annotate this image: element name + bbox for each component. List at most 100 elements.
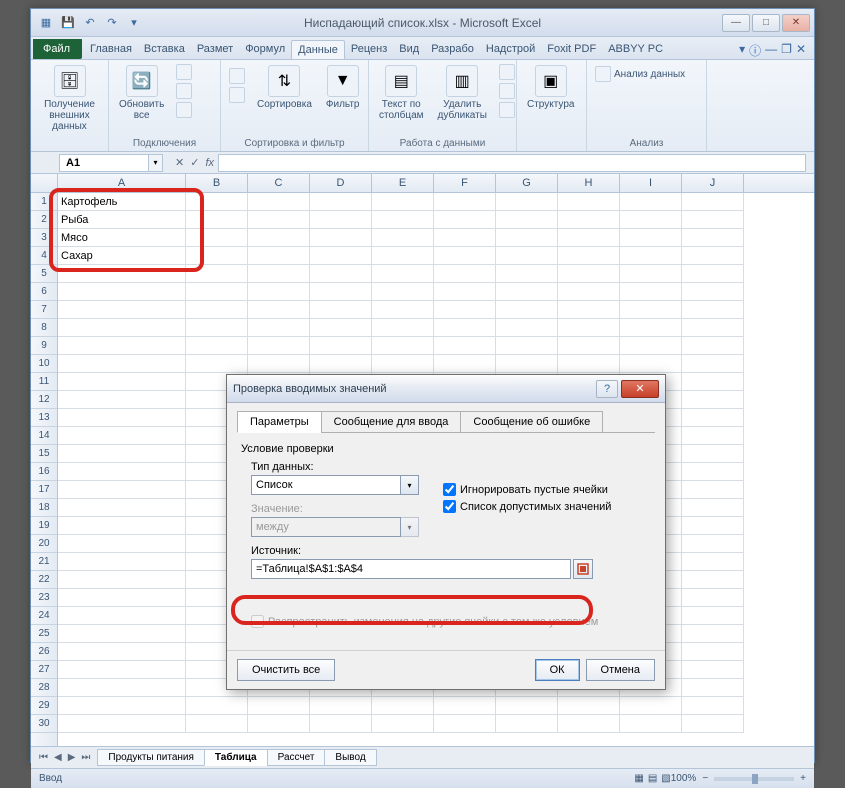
row-header-29[interactable]: 29 (31, 697, 57, 715)
view-pagebreak-icon[interactable]: ▧ (661, 773, 670, 784)
cell-D29[interactable] (310, 697, 372, 715)
cell-G10[interactable] (496, 355, 558, 373)
cell-E4[interactable] (372, 247, 434, 265)
cell-J4[interactable] (682, 247, 744, 265)
cell-I10[interactable] (620, 355, 682, 373)
cell-E30[interactable] (372, 715, 434, 733)
cell-F9[interactable] (434, 337, 496, 355)
cell-A11[interactable] (58, 373, 186, 391)
cell-F8[interactable] (434, 319, 496, 337)
type-combo-dropdown[interactable]: ▾ (401, 475, 419, 495)
ribbon-tab-8[interactable]: Надстрой (480, 40, 541, 59)
cell-A15[interactable] (58, 445, 186, 463)
row-header-13[interactable]: 13 (31, 409, 57, 427)
in-cell-dropdown-checkbox[interactable]: Список допустимых значений (443, 500, 611, 513)
cell-H5[interactable] (558, 265, 620, 283)
zoom-out-button[interactable]: − (702, 773, 708, 784)
cell-H29[interactable] (558, 697, 620, 715)
cell-A28[interactable] (58, 679, 186, 697)
dialog-tab-0[interactable]: Параметры (237, 411, 322, 433)
fx-accept-icon[interactable]: ✓ (190, 156, 199, 169)
cell-G7[interactable] (496, 301, 558, 319)
cell-C30[interactable] (248, 715, 310, 733)
cell-J26[interactable] (682, 643, 744, 661)
row-header-14[interactable]: 14 (31, 427, 57, 445)
cell-G9[interactable] (496, 337, 558, 355)
ribbon-tab-9[interactable]: Foxit PDF (541, 40, 602, 59)
cell-I6[interactable] (620, 283, 682, 301)
cell-J6[interactable] (682, 283, 744, 301)
cell-D8[interactable] (310, 319, 372, 337)
col-header-B[interactable]: B (186, 174, 248, 192)
zoom-value[interactable]: 100% (671, 773, 697, 784)
cell-J14[interactable] (682, 427, 744, 445)
cell-F30[interactable] (434, 715, 496, 733)
cell-J19[interactable] (682, 517, 744, 535)
sheet-tab-3[interactable]: Вывод (324, 749, 376, 766)
row-header-24[interactable]: 24 (31, 607, 57, 625)
ribbon-minimize-icon[interactable]: — (765, 42, 777, 59)
cell-I1[interactable] (620, 193, 682, 211)
sheet-first-icon[interactable]: ⏮ (37, 752, 50, 763)
sheet-last-icon[interactable]: ⏭ (79, 752, 92, 763)
cell-G8[interactable] (496, 319, 558, 337)
row-header-19[interactable]: 19 (31, 517, 57, 535)
cell-B9[interactable] (186, 337, 248, 355)
ribbon-tab-10[interactable]: ABBYY PC (602, 40, 669, 59)
ribbon-tab-7[interactable]: Разрабо (425, 40, 480, 59)
doc-restore-icon[interactable]: ❐ (781, 42, 792, 59)
row-header-15[interactable]: 15 (31, 445, 57, 463)
sheet-next-icon[interactable]: ▶ (66, 752, 78, 763)
row-header-5[interactable]: 5 (31, 265, 57, 283)
cell-E1[interactable] (372, 193, 434, 211)
cell-J22[interactable] (682, 571, 744, 589)
cell-A27[interactable] (58, 661, 186, 679)
cell-D7[interactable] (310, 301, 372, 319)
cell-H4[interactable] (558, 247, 620, 265)
cell-C7[interactable] (248, 301, 310, 319)
source-input[interactable] (251, 559, 571, 579)
cell-A3[interactable]: Мясо (58, 229, 186, 247)
connections-button[interactable] (174, 63, 194, 81)
cell-J17[interactable] (682, 481, 744, 499)
save-icon[interactable]: 💾 (59, 14, 77, 32)
col-header-H[interactable]: H (558, 174, 620, 192)
edit-links-button[interactable] (174, 101, 194, 119)
cell-J1[interactable] (682, 193, 744, 211)
cell-C1[interactable] (248, 193, 310, 211)
col-header-F[interactable]: F (434, 174, 496, 192)
row-header-1[interactable]: 1 (31, 193, 57, 211)
cell-J9[interactable] (682, 337, 744, 355)
sheet-tab-0[interactable]: Продукты питания (97, 749, 205, 766)
doc-close-icon[interactable]: ✕ (796, 42, 806, 59)
properties-button[interactable] (174, 82, 194, 100)
ok-button[interactable]: ОК (535, 659, 580, 681)
cell-I8[interactable] (620, 319, 682, 337)
col-header-A[interactable]: A (58, 174, 186, 192)
cell-E5[interactable] (372, 265, 434, 283)
cell-B30[interactable] (186, 715, 248, 733)
cell-B4[interactable] (186, 247, 248, 265)
cell-B8[interactable] (186, 319, 248, 337)
zoom-slider[interactable] (714, 777, 794, 781)
cell-H2[interactable] (558, 211, 620, 229)
cell-F4[interactable] (434, 247, 496, 265)
qat-dropdown-icon[interactable]: ▾ (125, 14, 143, 32)
cell-C6[interactable] (248, 283, 310, 301)
row-header-9[interactable]: 9 (31, 337, 57, 355)
cell-A9[interactable] (58, 337, 186, 355)
row-header-22[interactable]: 22 (31, 571, 57, 589)
row-header-23[interactable]: 23 (31, 589, 57, 607)
cell-F10[interactable] (434, 355, 496, 373)
cell-I3[interactable] (620, 229, 682, 247)
redo-icon[interactable]: ↷ (103, 14, 121, 32)
ribbon-tab-5[interactable]: Реценз (345, 40, 393, 59)
row-header-26[interactable]: 26 (31, 643, 57, 661)
cell-A12[interactable] (58, 391, 186, 409)
cancel-button[interactable]: Отмена (586, 659, 655, 681)
cell-H30[interactable] (558, 715, 620, 733)
cell-D2[interactable] (310, 211, 372, 229)
cell-H3[interactable] (558, 229, 620, 247)
cell-G2[interactable] (496, 211, 558, 229)
cell-J5[interactable] (682, 265, 744, 283)
